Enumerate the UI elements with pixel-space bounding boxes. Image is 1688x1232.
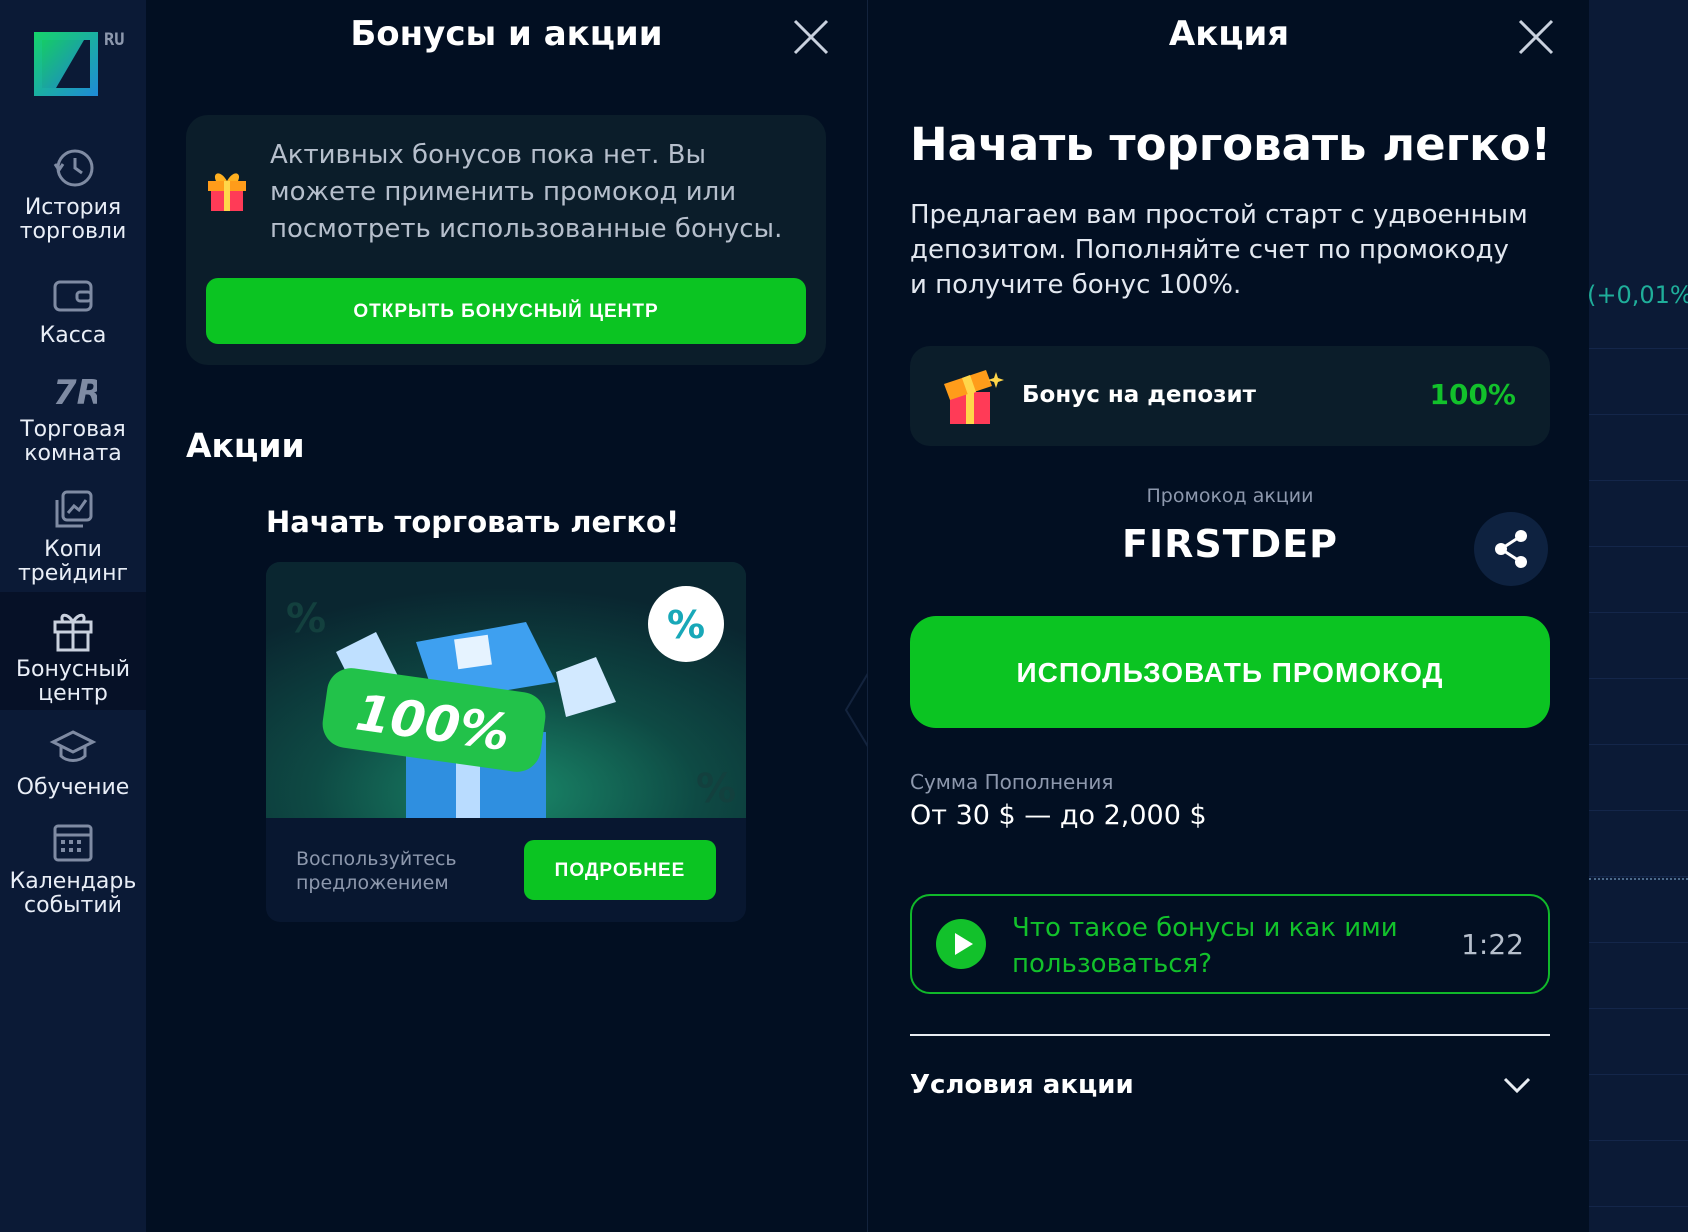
sidebar-item-label: центр: [38, 681, 108, 706]
no-bonuses-notice: Активных бонусов пока нет. Вы можете при…: [186, 115, 826, 365]
copy-trading-icon: [55, 490, 93, 528]
panel-pointer: [844, 670, 870, 750]
calendar-icon: [53, 824, 93, 862]
sidebar-item-label: Торговая: [20, 417, 126, 442]
sidebar-item-label: Касса: [39, 323, 107, 348]
deposit-amount-value: От 30 $ — до 2,000 $: [910, 800, 1207, 831]
sidebar-item-label: трейдинг: [17, 561, 129, 586]
locale-badge: RU: [104, 30, 125, 50]
sidebar-item-label: История: [24, 195, 122, 220]
sidebar-item-label: Копи: [44, 537, 102, 562]
deposit-bonus-value: 100%: [1429, 378, 1516, 411]
sidebar-item-label: Календарь: [9, 869, 137, 894]
promotion-heading: Начать торговать легко!: [910, 118, 1552, 171]
details-button[interactable]: ПОДРОБНЕЕ: [524, 840, 716, 900]
trading-room-icon: 7R: [53, 373, 97, 412]
bonuses-panel: Бонусы и акции Активных бонусов пока нет…: [146, 0, 867, 1232]
gift-icon: [53, 613, 93, 652]
play-button[interactable]: [936, 919, 986, 969]
deposit-amount-caption: Сумма Пополнения: [910, 770, 1114, 794]
panel-title: Акция: [1168, 14, 1290, 54]
sidebar-item-copy-trading[interactable]: Копи трейдинг: [0, 488, 146, 586]
history-icon: [53, 149, 94, 187]
promo-image: % % 100% %: [266, 562, 746, 818]
close-icon[interactable]: [1517, 18, 1555, 56]
notice-text: Активных бонусов пока нет. Вы можете при…: [270, 140, 783, 244]
deposit-bonus-box: Бонус на депозит 100%: [910, 346, 1550, 446]
sidebar-item-cashier[interactable]: Касса: [0, 274, 146, 348]
promo-code-caption: Промокод акции: [1146, 485, 1314, 507]
svg-text:7R: 7R: [53, 373, 97, 412]
use-promo-code-button[interactable]: ИСПОЛЬЗОВАТЬ ПРОМОКОД: [910, 616, 1550, 728]
svg-text:%: %: [286, 596, 326, 642]
promotion-panel: Акция Начать торговать легко! Предлагаем…: [867, 0, 1590, 1232]
sidebar-item-label: торговли: [19, 219, 127, 244]
graduation-cap-icon: [49, 730, 97, 762]
sidebar-item-label: событий: [24, 893, 122, 918]
section-title: Акции: [186, 426, 305, 465]
price-change-ticker: (+0,01%: [1587, 281, 1688, 309]
play-icon: [955, 933, 973, 955]
promotion-description: Предлагаем вам простой старт с удвоенным…: [910, 200, 1528, 300]
share-icon: [1495, 530, 1527, 568]
promo-title: Начать торговать легко!: [266, 505, 680, 539]
share-button[interactable]: [1474, 512, 1548, 586]
promo-code: FIRSTDEP: [1122, 522, 1338, 566]
close-icon[interactable]: [792, 18, 830, 56]
video-duration: 1:22: [1461, 928, 1524, 961]
wallet-icon: [53, 280, 93, 312]
promo-description: Воспользуйтесь предложением: [296, 848, 457, 894]
promo-card[interactable]: % % 100% % Воспользуйтесь предложением П…: [266, 562, 746, 922]
logo[interactable]: [34, 32, 98, 96]
sidebar-item-label: Обучение: [16, 775, 130, 800]
video-tutorial-button[interactable]: Что такое бонусы и как ими пользоваться?…: [910, 894, 1550, 994]
chevron-down-icon[interactable]: [1502, 1072, 1532, 1098]
panel-title: Бонусы и акции: [350, 14, 663, 54]
deposit-bonus-label: Бонус на депозит: [1022, 382, 1256, 408]
divider: [910, 1034, 1550, 1036]
sidebar-item-label: Бонусный: [15, 657, 131, 682]
promotion-terms-toggle[interactable]: Условия акции: [910, 1070, 1134, 1100]
sidebar-item-label: комната: [24, 441, 122, 466]
video-title: Что такое бонусы и как ими пользоваться?: [1012, 913, 1398, 979]
open-bonus-center-button[interactable]: ОТКРЫТЬ БОНУСНЫЙ ЦЕНТР: [206, 278, 806, 344]
sidebar-item-bonus-center[interactable]: Бонусный центр: [0, 592, 146, 710]
svg-text:%: %: [667, 603, 705, 647]
sidebar-item-trade-history[interactable]: История торговли: [0, 146, 146, 244]
svg-text:%: %: [696, 766, 736, 812]
sidebar: RU История торговли Касса 7R Торговая ко…: [0, 0, 146, 1232]
gift-icon: [944, 370, 1004, 424]
sidebar-item-events-calendar[interactable]: Календарь событий: [0, 820, 146, 918]
sidebar-item-trading-room[interactable]: 7R Торговая комната: [0, 368, 146, 466]
chart-background: [1589, 0, 1688, 1232]
sidebar-item-education[interactable]: Обучение: [0, 726, 146, 800]
gift-icon: [208, 173, 246, 211]
